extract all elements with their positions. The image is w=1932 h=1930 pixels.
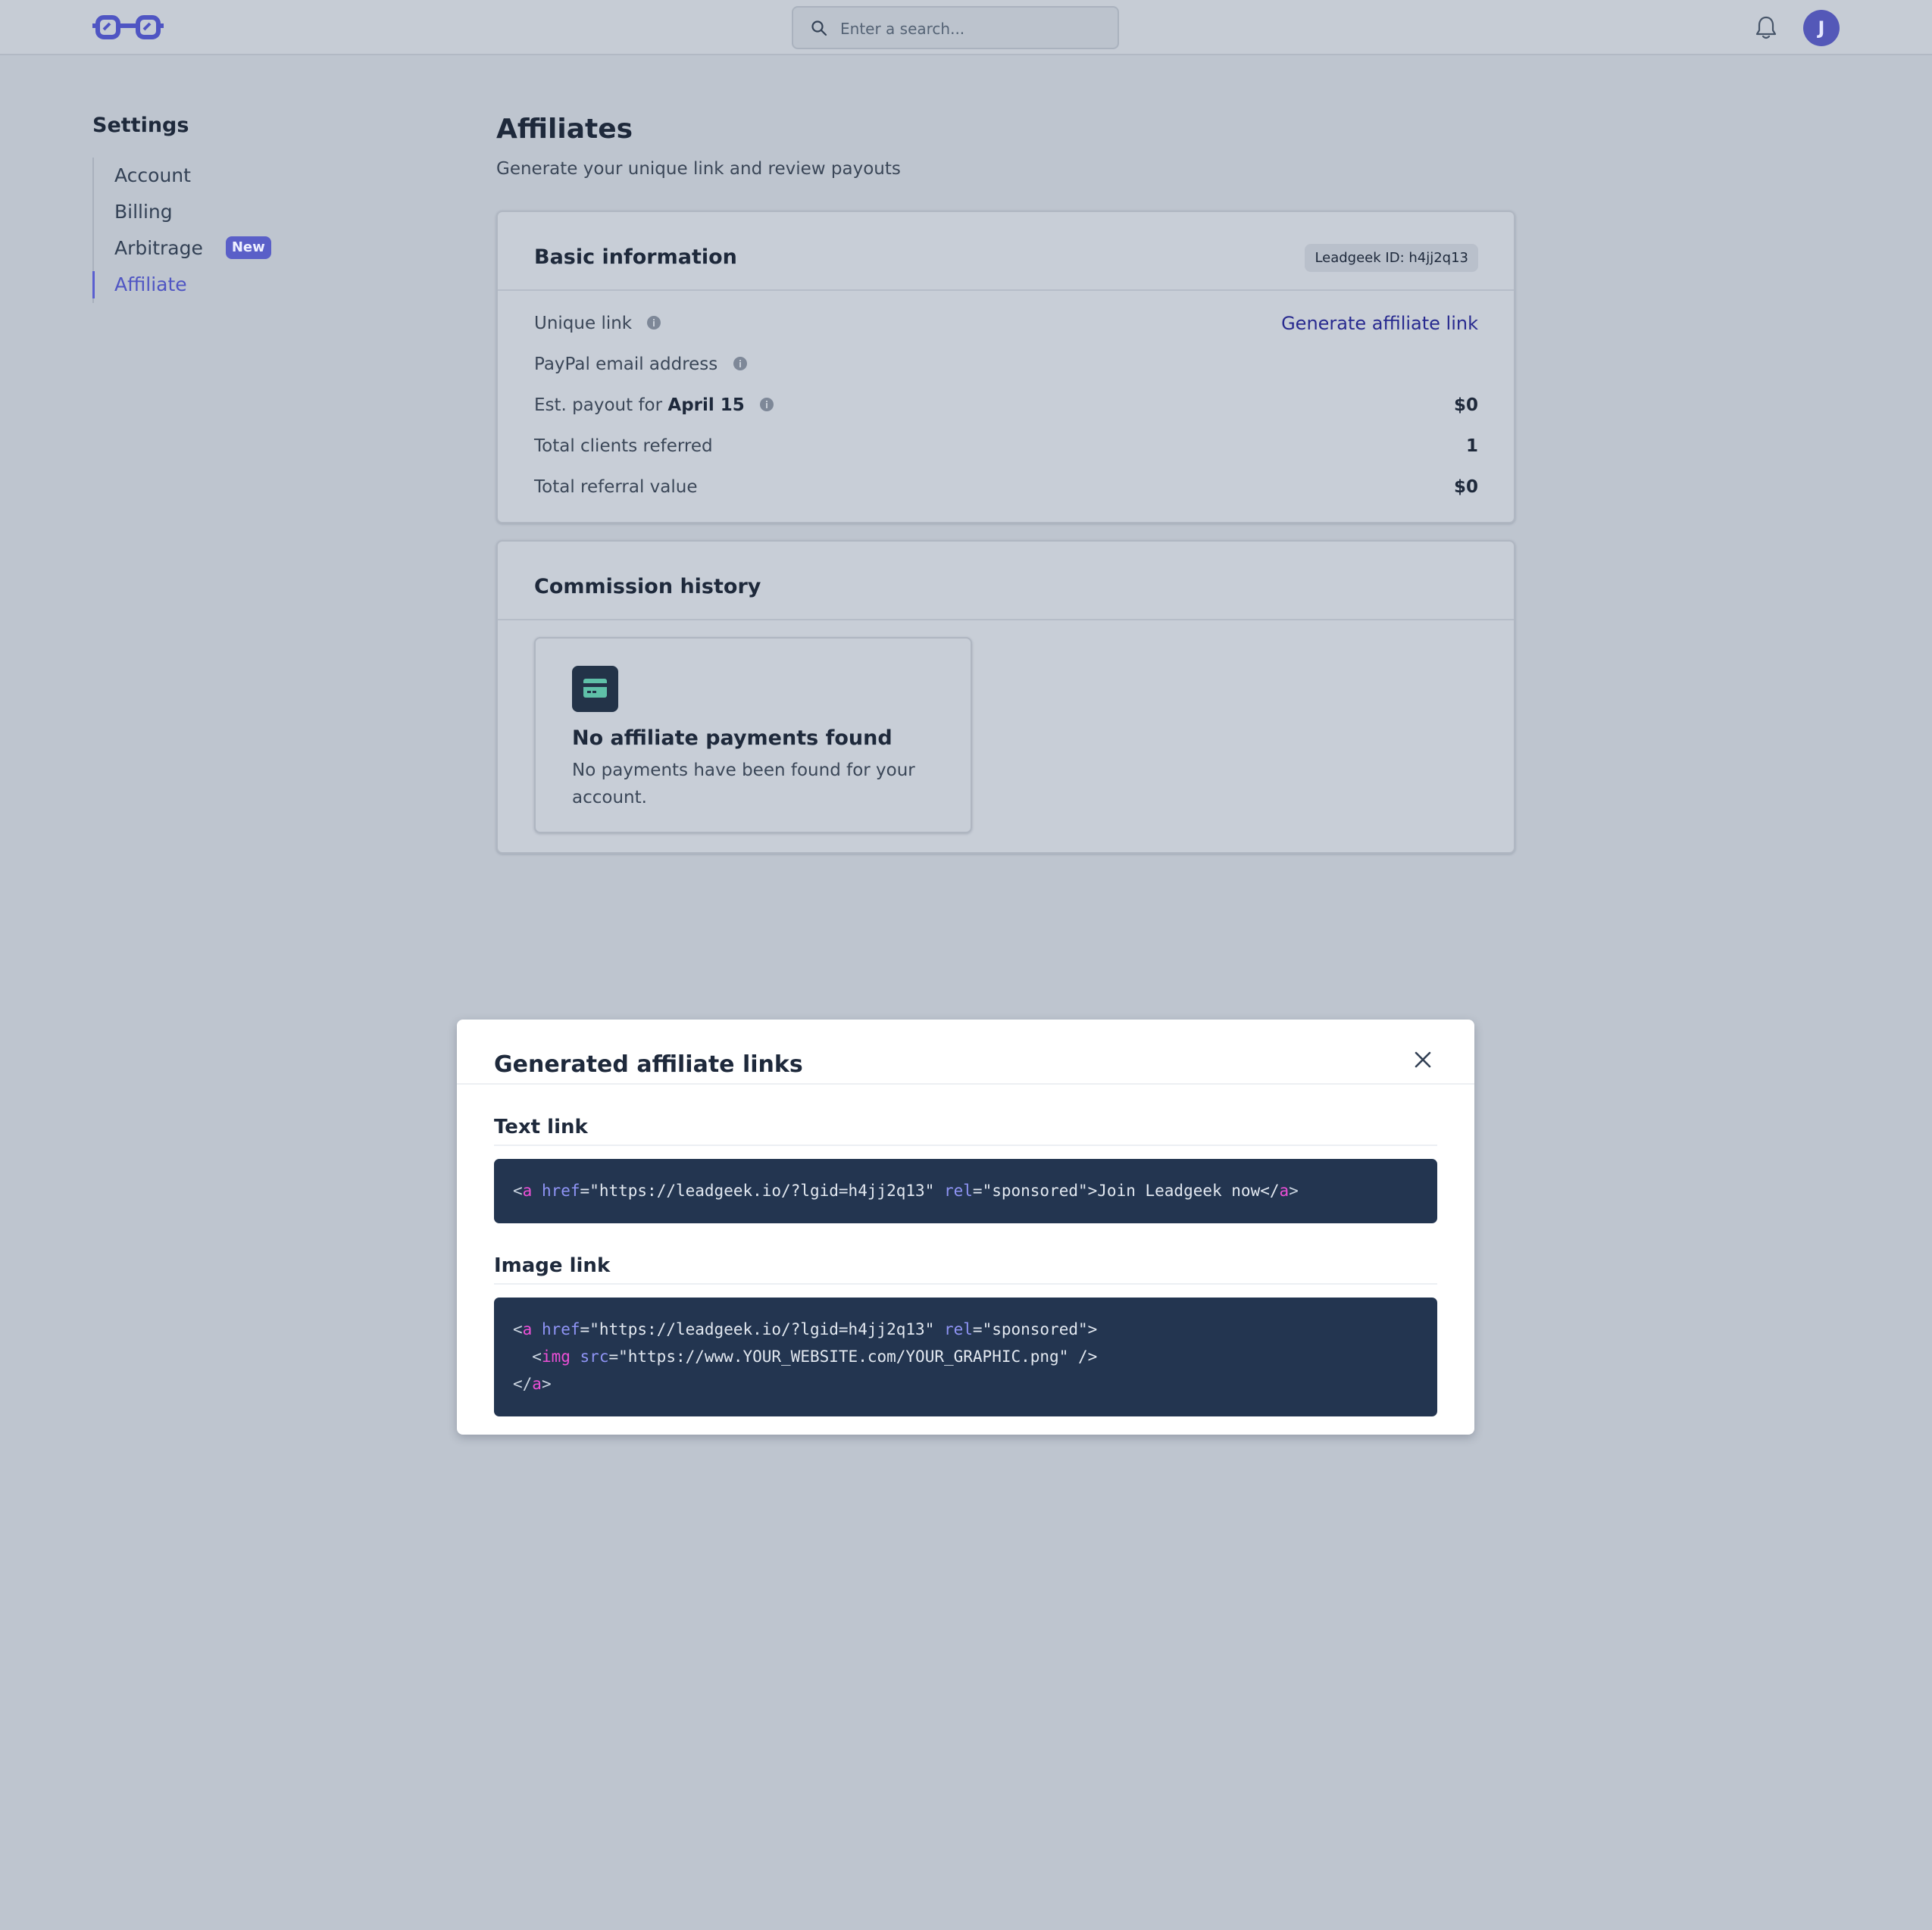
sidebar-item-billing[interactable]: Billing (94, 194, 306, 230)
notification-bell-icon[interactable] (1754, 15, 1778, 41)
new-badge: New (225, 236, 271, 259)
empty-state-title: No affiliate payments found (572, 726, 893, 750)
unique-link-row: Unique link Generate affiliate link (534, 308, 1478, 339)
search-icon (811, 20, 827, 36)
modal-title: Generated affiliate links (494, 1051, 803, 1078)
basic-information-card: Basic information Leadgeek ID: h4jj2q13 … (496, 211, 1515, 523)
info-icon[interactable] (646, 315, 661, 330)
image-link-code[interactable]: <a href="https://leadgeek.io/?lgid=h4jj2… (494, 1298, 1437, 1416)
image-link-label: Image link (494, 1254, 1437, 1285)
sidebar-item-affiliate[interactable]: Affiliate (92, 267, 306, 303)
close-icon[interactable] (1413, 1050, 1433, 1070)
row-label: PayPal email address (534, 354, 718, 374)
est-payout-row: Est. payout for April 15 $0 (534, 390, 1478, 420)
sidebar-item-label: Arbitrage (114, 237, 203, 259)
payout-date: April 15 (667, 395, 745, 415)
sidebar-item-label: Billing (114, 201, 173, 223)
card-header: Commission history (498, 542, 1514, 620)
text-link-label: Text link (494, 1116, 1437, 1146)
generate-affiliate-link-button[interactable]: Generate affiliate link (1281, 308, 1478, 339)
sidebar-item-arbitrage[interactable]: Arbitrage New (94, 230, 306, 267)
card-title: Commission history (534, 575, 761, 598)
sidebar-item-account[interactable]: Account (94, 158, 306, 194)
card-title: Basic information (534, 245, 737, 269)
page-title: Affiliates (496, 114, 633, 145)
row-label: Unique link (534, 314, 633, 333)
top-navbar: J (0, 0, 1932, 55)
glasses-logo-icon[interactable] (92, 14, 164, 41)
search-bar[interactable] (792, 6, 1119, 49)
text-link-code[interactable]: <a href="https://leadgeek.io/?lgid=h4jj2… (494, 1159, 1437, 1223)
payout-value: $0 (1453, 395, 1478, 415)
sidebar-nav: Account Billing Arbitrage New Affiliate (92, 158, 306, 303)
commission-history-card: Commission history No affiliate payments… (496, 540, 1515, 854)
info-icon[interactable] (733, 356, 748, 371)
empty-state-description: No payments have been found for your acc… (572, 760, 915, 807)
sidebar-item-label: Affiliate (114, 273, 187, 295)
generated-links-modal: Generated affiliate links Text link <a h… (457, 1020, 1474, 1435)
empty-state: No affiliate payments found No payments … (534, 637, 972, 833)
leadgeek-id-chip: Leadgeek ID: h4jj2q13 (1305, 244, 1478, 272)
user-avatar[interactable]: J (1803, 10, 1840, 46)
clients-referred-value: 1 (1465, 436, 1478, 456)
referral-value-row: Total referral value $0 (534, 472, 1478, 502)
paypal-email-row: PayPal email address (534, 349, 1478, 379)
sidebar-item-label: Account (114, 164, 191, 186)
row-label: Total referral value (534, 477, 698, 497)
row-label: Est. payout for (534, 395, 663, 415)
clients-referred-row: Total clients referred 1 (534, 431, 1478, 461)
card-header: Basic information Leadgeek ID: h4jj2q13 (498, 212, 1514, 291)
search-input[interactable] (839, 8, 1107, 49)
row-label: Total clients referred (534, 436, 713, 456)
credit-card-icon (572, 666, 618, 712)
info-icon[interactable] (759, 397, 774, 412)
modal-header: Generated affiliate links (457, 1020, 1474, 1085)
referral-value: $0 (1453, 477, 1478, 497)
sidebar-title: Settings (92, 114, 189, 137)
page-subtitle: Generate your unique link and review pay… (496, 159, 901, 179)
